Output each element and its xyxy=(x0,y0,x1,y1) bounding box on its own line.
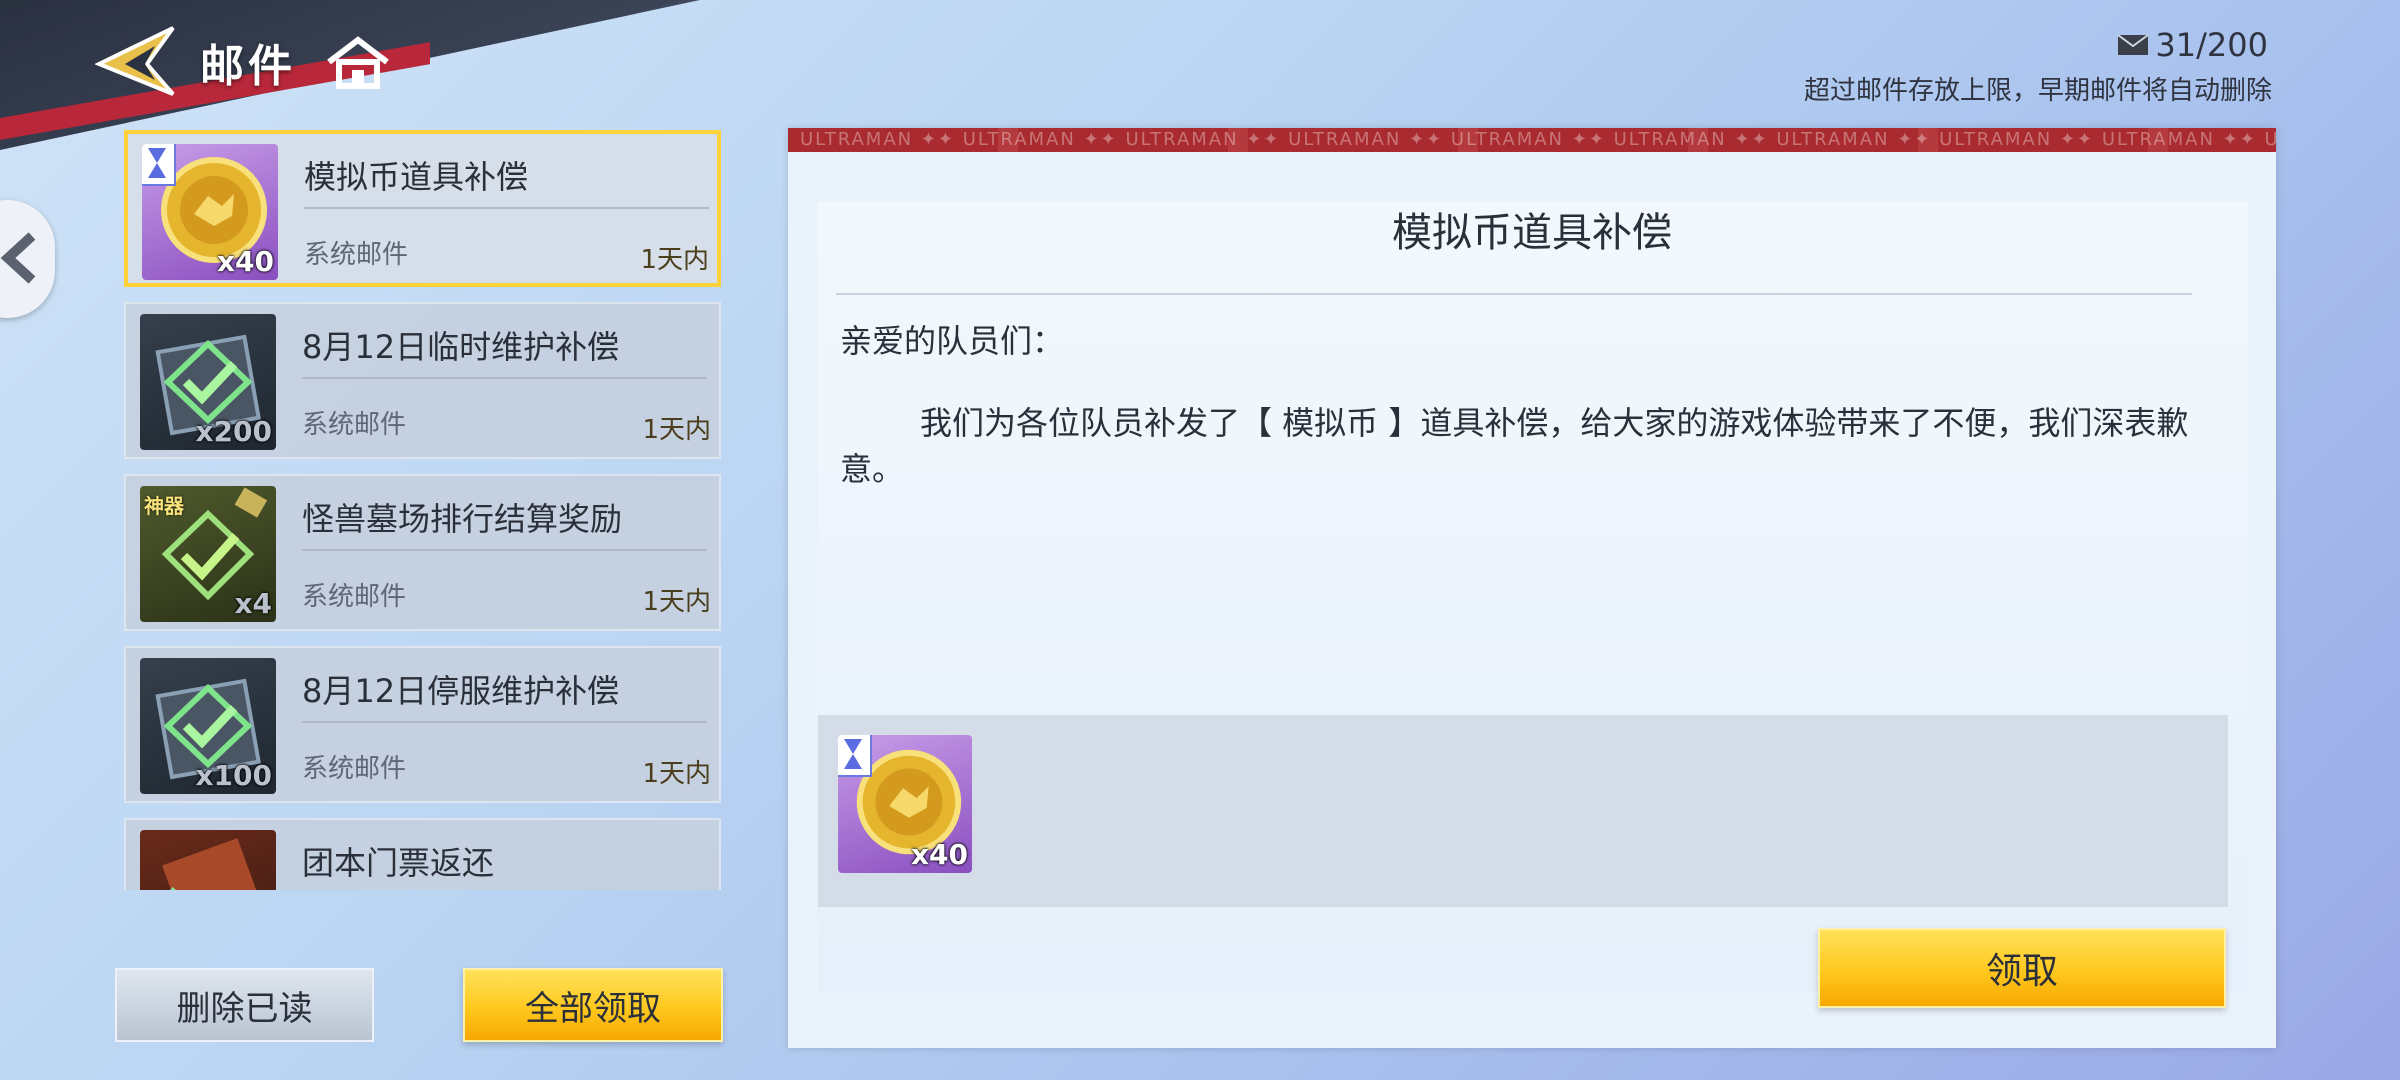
mail-item[interactable]: 团本门票返还 xyxy=(124,818,721,890)
divider xyxy=(302,549,707,551)
side-expand-tab[interactable] xyxy=(0,200,55,318)
gold-coin-icon[interactable]: x40 xyxy=(838,735,972,873)
artifact-check-icon: 神器 x4 xyxy=(140,486,276,622)
mail-title: 团本门票返还 xyxy=(302,844,495,882)
mail-title: 模拟币道具补偿 xyxy=(304,158,529,196)
mail-detail-panel: ULTRAMAN ✦✦ ULTRAMAN ✦✦ ULTRAMAN ✦✦ ULTR… xyxy=(788,128,2276,1048)
divider xyxy=(836,293,2192,295)
mail-title: 8月12日临时维护补偿 xyxy=(302,328,620,366)
mailbox-counter: 31/200 xyxy=(2117,26,2268,64)
gold-coin-icon: x40 xyxy=(142,144,278,280)
ticket-icon xyxy=(140,830,276,890)
envelope-icon xyxy=(2117,34,2150,55)
divider xyxy=(304,207,709,209)
attachment-area: x40 xyxy=(818,715,2228,907)
mailbox-count: 31/200 xyxy=(2155,26,2268,64)
mail-expire: 1天内 xyxy=(640,245,709,275)
divider xyxy=(302,721,707,723)
home-icon[interactable] xyxy=(325,34,391,90)
attachment-quantity: x40 xyxy=(910,838,968,871)
mail-sender: 系统邮件 xyxy=(304,240,409,270)
item-quantity: x200 xyxy=(195,415,272,448)
mail-sender: 系统邮件 xyxy=(302,410,407,440)
star-shuriken-logo xyxy=(95,26,175,96)
hourglass-icon xyxy=(838,735,872,777)
item-quantity: x4 xyxy=(234,587,272,620)
mail-item[interactable]: 神器 x4 怪兽墓场排行结算奖励 系统邮件 1天内 xyxy=(124,474,721,631)
divider xyxy=(302,377,707,379)
artifact-badge: 神器 xyxy=(144,494,184,518)
mail-expire: 1天内 xyxy=(642,587,711,617)
chevron-left-icon xyxy=(0,232,36,284)
mail-item[interactable]: x200 8月12日临时维护补偿 系统邮件 1天内 xyxy=(124,302,721,459)
mail-title: 8月12日停服维护补偿 xyxy=(302,672,620,710)
delete-read-button[interactable]: 删除已读 xyxy=(115,968,374,1042)
mail-expire: 1天内 xyxy=(642,415,711,445)
mail-item[interactable]: x100 8月12日停服维护补偿 系统邮件 1天内 xyxy=(124,646,721,803)
mail-expire: 1天内 xyxy=(642,759,711,789)
mailbox-limit-notice: 超过邮件存放上限，早期邮件将自动删除 xyxy=(1803,76,2272,106)
mail-list[interactable]: x40 模拟币道具补偿 系统邮件 1天内 x200 8月12日临时维护补偿 系统… xyxy=(124,130,724,890)
banner-text: ULTRAMAN ✦✦ ULTRAMAN ✦✦ ULTRAMAN ✦✦ ULTR… xyxy=(800,129,2276,150)
page-title: 邮件 xyxy=(200,41,296,92)
mail-sender: 系统邮件 xyxy=(302,754,407,784)
hourglass-icon xyxy=(142,144,176,186)
mail-greeting: 亲爱的队员们： xyxy=(840,322,1065,360)
mail-title: 怪兽墓场排行结算奖励 xyxy=(302,500,623,538)
claim-button[interactable]: 领取 xyxy=(1818,928,2226,1008)
ultraman-banner: ULTRAMAN ✦✦ ULTRAMAN ✦✦ ULTRAMAN ✦✦ ULTR… xyxy=(788,128,2276,152)
item-quantity: x40 xyxy=(216,245,274,278)
mail-sender: 系统邮件 xyxy=(302,582,407,612)
mail-detail-title: 模拟币道具补偿 xyxy=(1392,210,1672,256)
claim-all-button[interactable]: 全部领取 xyxy=(463,968,723,1042)
item-quantity: x100 xyxy=(195,759,272,792)
check-box-icon: x200 xyxy=(140,314,276,450)
mail-item[interactable]: x40 模拟币道具补偿 系统邮件 1天内 xyxy=(124,130,721,287)
mail-body-text: 我们为各位队员补发了【 模拟币 】道具补偿，给大家的游戏体验带来了不便，我们深表… xyxy=(840,404,2189,488)
check-box-icon: x100 xyxy=(140,658,276,794)
